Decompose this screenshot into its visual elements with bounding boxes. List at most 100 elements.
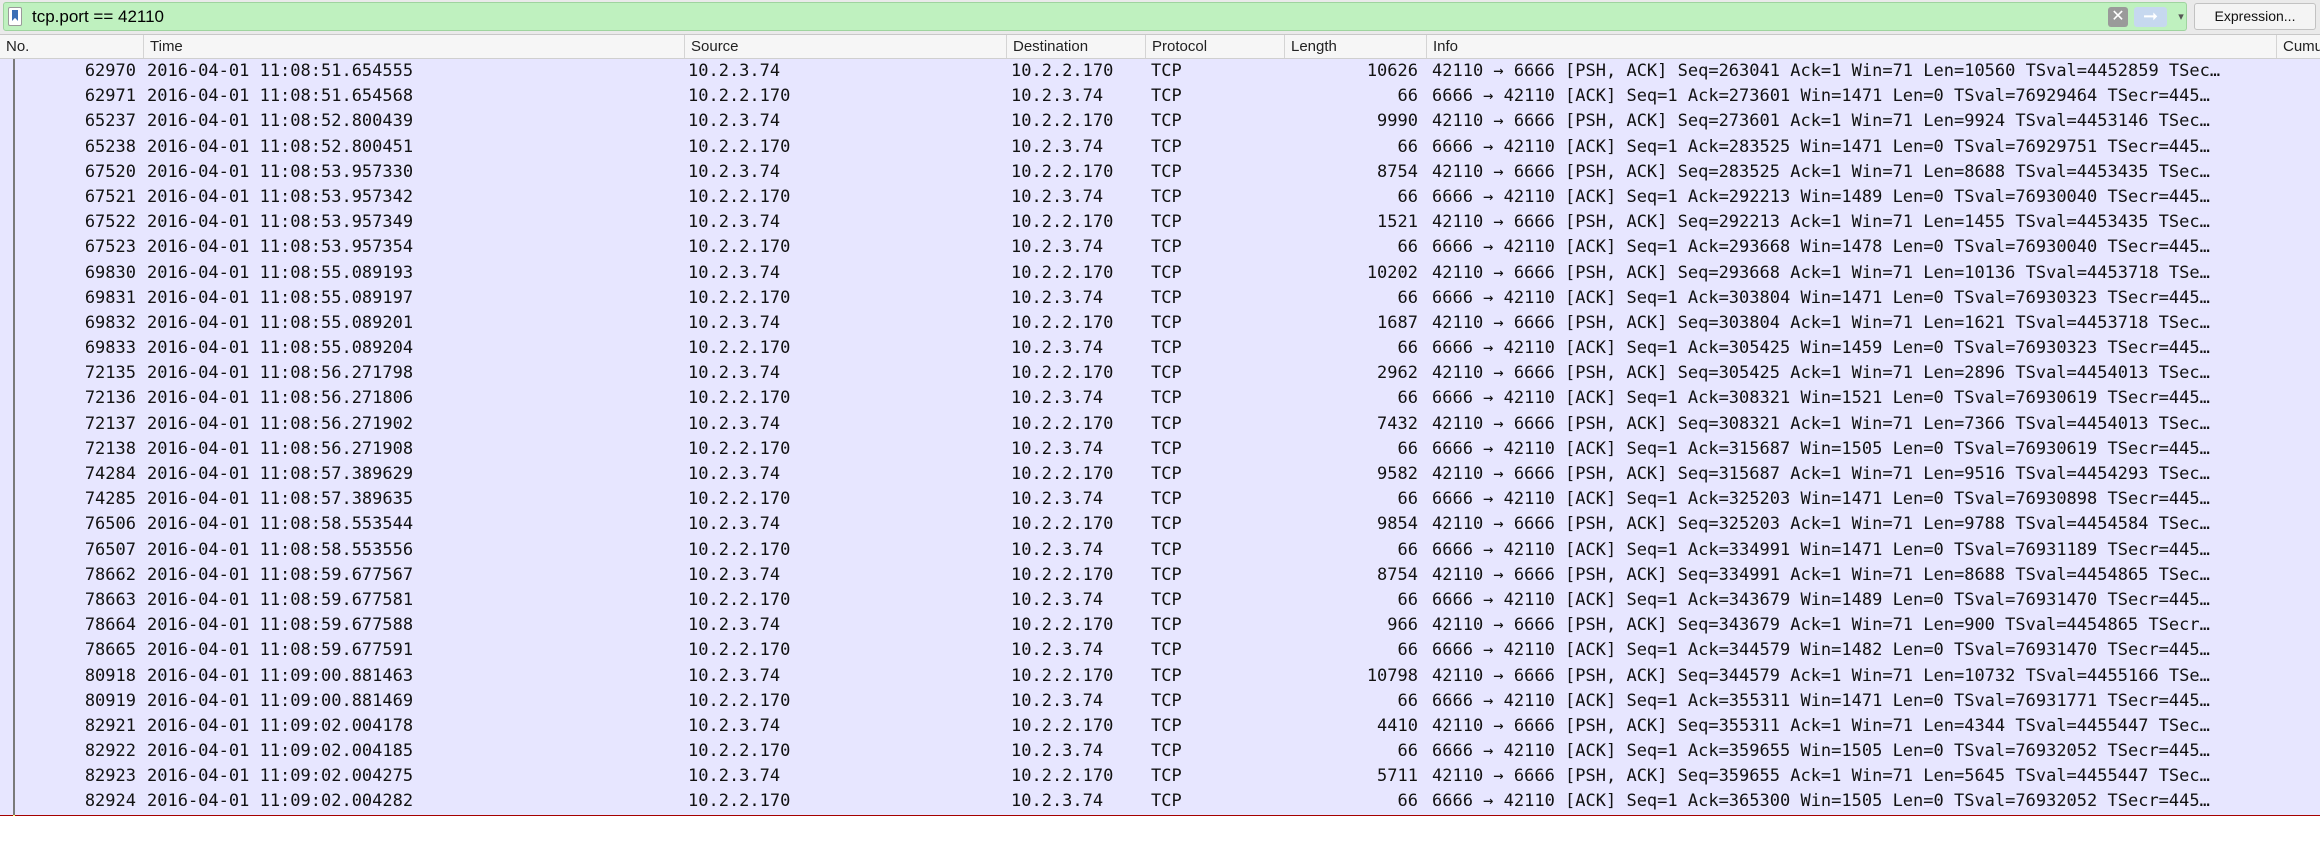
cell-no: 62971 [84, 86, 136, 107]
cell-protocol: TCP [1151, 589, 1182, 610]
cell-info: 42110 → 6666 [PSH, ACK] Seq=355311 Ack=1… [1432, 715, 2210, 736]
packet-row[interactable]: 78663 2016-04-01 11:08:59.677581 10.2.2.17… [0, 587, 2320, 614]
cell-destination: 10.2.3.74 [1011, 489, 1104, 510]
cell-length: 66 [1397, 791, 1418, 812]
column-header-length[interactable]: Length [1284, 35, 1426, 58]
apply-filter-arrow-icon[interactable]: ➞ [2134, 7, 2167, 27]
packet-row[interactable]: 62970 2016-04-01 11:08:51.654555 10.2.3.74… [0, 59, 2320, 85]
packet-row[interactable]: 74284 2016-04-01 11:08:57.389629 10.2.3.74… [0, 462, 2320, 488]
cell-time: 2016-04-01 11:08:53.957330 [147, 161, 414, 182]
packet-row[interactable]: 69830 2016-04-01 11:08:55.089193 10.2.3.74… [0, 260, 2320, 286]
packet-row[interactable]: 69833 2016-04-01 11:08:55.089204 10.2.2.17… [0, 336, 2320, 362]
cell-no: 78663 [84, 589, 136, 610]
packet-row[interactable]: 72136 2016-04-01 11:08:56.271806 10.2.2.17… [0, 386, 2320, 412]
display-filter-text[interactable]: tcp.port == 42110 [32, 7, 164, 27]
cell-length: 9990 [1377, 111, 1418, 132]
cell-source: 10.2.2.170 [688, 690, 791, 711]
packet-row[interactable]: 65238 2016-04-01 11:08:52.800451 10.2.2.17… [0, 134, 2320, 160]
cell-destination: 10.2.3.74 [1011, 186, 1104, 207]
cell-length: 8754 [1377, 161, 1418, 182]
packet-row[interactable]: 67520 2016-04-01 11:08:53.957330 10.2.3.74… [0, 159, 2320, 185]
cell-source: 10.2.2.170 [688, 136, 791, 157]
packet-row[interactable]: 76507 2016-04-01 11:08:58.553556 10.2.2.17… [0, 537, 2320, 563]
cell-time: 2016-04-01 11:08:55.089204 [147, 338, 414, 359]
cell-protocol: TCP [1151, 388, 1182, 409]
cell-info: 6666 → 42110 [ACK] Seq=1 Ack=308321 Win=… [1432, 388, 2210, 409]
cell-source: 10.2.2.170 [688, 287, 791, 308]
cell-length: 66 [1397, 741, 1418, 762]
cell-length: 66 [1397, 489, 1418, 510]
packet-row[interactable]: 82924 2016-04-01 11:09:02.004282 10.2.2.17… [0, 789, 2320, 815]
cell-time: 2016-04-01 11:08:55.089201 [147, 312, 414, 333]
cell-time: 2016-04-01 11:09:00.881463 [147, 665, 414, 686]
cell-length: 66 [1397, 136, 1418, 157]
cell-source: 10.2.3.74 [688, 514, 781, 535]
packet-row[interactable]: 82922 2016-04-01 11:09:02.004185 10.2.2.17… [0, 739, 2320, 765]
cell-source: 10.2.3.74 [688, 665, 781, 686]
packet-row[interactable]: 67523 2016-04-01 11:08:53.957354 10.2.2.17… [0, 235, 2320, 261]
cell-protocol: TCP [1151, 564, 1182, 585]
packet-row[interactable]: 76506 2016-04-01 11:08:58.553544 10.2.3.74… [0, 512, 2320, 538]
cell-time: 2016-04-01 11:08:58.553544 [147, 514, 414, 535]
column-header-cumulative[interactable]: Cumu [2276, 35, 2320, 58]
cell-destination: 10.2.2.170 [1011, 161, 1114, 182]
cell-info: 6666 → 42110 [ACK] Seq=1 Ack=365300 Win=… [1432, 791, 2210, 812]
column-header-no[interactable]: No. [0, 35, 143, 58]
cell-destination: 10.2.2.170 [1011, 665, 1114, 686]
packet-row[interactable]: 67521 2016-04-01 11:08:53.957342 10.2.2.17… [0, 184, 2320, 211]
packet-row[interactable]: 62971 2016-04-01 11:08:51.654568 10.2.2.17… [0, 84, 2320, 110]
column-header-time[interactable]: Time [143, 35, 684, 58]
cell-info: 6666 → 42110 [ACK] Seq=1 Ack=283525 Win=… [1432, 136, 2210, 157]
cell-info: 42110 → 6666 [PSH, ACK] Seq=359655 Ack=1… [1432, 766, 2210, 787]
cell-destination: 10.2.2.170 [1011, 413, 1114, 434]
column-header-protocol[interactable]: Protocol [1145, 35, 1284, 58]
cell-no: 78665 [84, 640, 136, 661]
cell-protocol: TCP [1151, 665, 1182, 686]
cell-protocol: TCP [1151, 690, 1182, 711]
column-header-info[interactable]: Info [1426, 35, 2276, 58]
packet-row[interactable]: 69831 2016-04-01 11:08:55.089197 10.2.2.17… [0, 285, 2320, 311]
packet-row[interactable]: 82921 2016-04-01 11:09:02.004178 10.2.3.74… [0, 713, 2320, 740]
packet-row[interactable]: 80919 2016-04-01 11:09:00.881469 10.2.2.17… [0, 688, 2320, 714]
packet-row[interactable]: 78664 2016-04-01 11:08:59.677588 10.2.3.74… [0, 613, 2320, 639]
cell-destination: 10.2.3.74 [1011, 136, 1104, 157]
cell-source: 10.2.2.170 [688, 791, 791, 812]
cell-no: 65237 [84, 111, 136, 132]
packet-row[interactable]: 65237 2016-04-01 11:08:52.800439 10.2.3.74… [0, 109, 2320, 135]
column-header-destination[interactable]: Destination [1006, 35, 1145, 58]
cell-source: 10.2.3.74 [688, 615, 781, 636]
cell-source: 10.2.2.170 [688, 589, 791, 610]
cell-protocol: TCP [1151, 615, 1182, 636]
packet-row[interactable]: 72135 2016-04-01 11:08:56.271798 10.2.3.74… [0, 361, 2320, 387]
column-header-source[interactable]: Source [684, 35, 1006, 58]
cell-destination: 10.2.3.74 [1011, 438, 1104, 459]
cell-info: 6666 → 42110 [ACK] Seq=1 Ack=305425 Win=… [1432, 338, 2210, 359]
packet-row[interactable]: 74285 2016-04-01 11:08:57.389635 10.2.2.17… [0, 487, 2320, 513]
cell-time: 2016-04-01 11:08:51.654568 [147, 86, 414, 107]
cell-no: 69830 [84, 262, 136, 283]
cell-no: 82923 [84, 766, 136, 787]
packet-row[interactable]: 72138 2016-04-01 11:08:56.271908 10.2.2.17… [0, 436, 2320, 462]
packet-row[interactable]: 82923 2016-04-01 11:09:02.004275 10.2.3.74… [0, 764, 2320, 790]
cell-protocol: TCP [1151, 715, 1182, 736]
cell-time: 2016-04-01 11:09:02.004275 [147, 766, 414, 787]
packet-row[interactable]: 67522 2016-04-01 11:08:53.957349 10.2.3.74… [0, 210, 2320, 236]
cell-info: 6666 → 42110 [ACK] Seq=1 Ack=325203 Win=… [1432, 489, 2210, 510]
cell-no: 74284 [84, 464, 136, 484]
cell-protocol: TCP [1151, 161, 1182, 182]
cell-destination: 10.2.3.74 [1011, 589, 1104, 610]
packet-row[interactable]: 80918 2016-04-01 11:09:00.881463 10.2.3.74… [0, 663, 2320, 689]
clear-filter-icon[interactable]: ✕ [2108, 7, 2128, 27]
display-filter-input[interactable]: tcp.port == 42110 ✕ ➞ ▾ [3, 2, 2187, 31]
packet-list[interactable]: 62970 2016-04-01 11:08:51.654555 10.2.3.74… [0, 59, 2320, 847]
filter-history-dropdown-icon[interactable]: ▾ [2174, 7, 2188, 27]
packet-row[interactable]: 78662 2016-04-01 11:08:59.677567 10.2.3.74… [0, 562, 2320, 588]
cell-time: 2016-04-01 11:08:52.800439 [147, 111, 414, 132]
packet-row[interactable]: 78665 2016-04-01 11:08:59.677591 10.2.2.17… [0, 638, 2320, 664]
expression-button[interactable]: Expression... [2194, 3, 2316, 30]
packet-row[interactable]: 72137 2016-04-01 11:08:56.271902 10.2.3.74… [0, 411, 2320, 437]
cell-source: 10.2.3.74 [688, 212, 781, 233]
cell-no: 82924 [84, 791, 136, 812]
bookmark-icon[interactable] [8, 7, 22, 26]
packet-row[interactable]: 69832 2016-04-01 11:08:55.089201 10.2.3.74… [0, 310, 2320, 337]
